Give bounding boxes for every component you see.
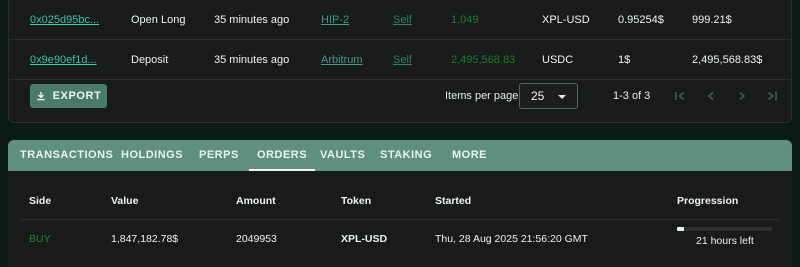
section-tabs: TRANSACTIONS HOLDINGS PERPS ORDERS VAULT… xyxy=(8,140,792,171)
tab-vaults[interactable]: VAULTS xyxy=(320,140,365,171)
page: 0x025d95bc... Open Long 35 minutes ago H… xyxy=(0,0,800,267)
tx-price: 1$ xyxy=(618,54,631,66)
first-page-icon xyxy=(675,91,684,101)
pagination-range: 1-3 of 3 xyxy=(613,90,651,102)
tx-time: 35 minutes ago xyxy=(214,54,290,66)
tab-holdings[interactable]: HOLDINGS xyxy=(121,140,183,171)
table-row: 0x9e90ef1d... Deposit 35 minutes ago Arb… xyxy=(9,40,793,80)
tab-more[interactable]: MORE xyxy=(452,140,487,171)
order-amount: 2049953 xyxy=(236,233,277,245)
items-per-page-label: Items per page: xyxy=(445,90,522,102)
tx-hash-link[interactable]: 0x025d95bc... xyxy=(30,0,99,40)
column-header-side: Side xyxy=(29,195,52,207)
download-icon xyxy=(37,92,45,101)
next-page-icon xyxy=(739,91,746,101)
order-progress-fill xyxy=(677,227,684,231)
tab-perps[interactable]: PERPS xyxy=(199,140,239,171)
column-header-value: Value xyxy=(111,195,139,207)
tab-transactions[interactable]: TRANSACTIONS xyxy=(20,140,113,171)
tx-amount: 1,049 xyxy=(451,14,479,26)
tx-hash-link[interactable]: 0x9e90ef1d... xyxy=(30,40,97,80)
prev-page-icon xyxy=(707,91,714,101)
first-page-button[interactable] xyxy=(673,89,687,103)
tx-price: 0.95254$ xyxy=(618,14,664,26)
tx-amount: 2,495,568.83 xyxy=(451,54,516,66)
tx-time: 35 minutes ago xyxy=(214,14,290,26)
last-page-icon xyxy=(768,91,777,101)
orders-panel: Side Value Amount Token Started Progress… xyxy=(8,171,792,267)
order-value: 1,847,182.78$ xyxy=(111,233,179,245)
last-page-button[interactable] xyxy=(765,89,779,103)
column-header-amount: Amount xyxy=(236,195,276,207)
tx-type: Open Long xyxy=(131,14,186,26)
tx-type: Deposit xyxy=(131,54,169,66)
tx-total: 999.21$ xyxy=(692,14,732,26)
table-row: 0x025d95bc... Open Long 35 minutes ago H… xyxy=(9,0,793,40)
prev-page-button[interactable] xyxy=(704,89,718,103)
tx-from-link[interactable]: Self xyxy=(393,40,412,80)
column-header-progression: Progression xyxy=(677,195,739,207)
transactions-panel: 0x025d95bc... Open Long 35 minutes ago H… xyxy=(8,0,793,123)
items-per-page-value: 25 xyxy=(531,89,545,103)
order-started: Thu, 28 Aug 2025 21:56:20 GMT xyxy=(435,233,588,245)
tx-token: USDC xyxy=(542,54,574,66)
tx-token: XPL-USD xyxy=(542,14,590,26)
column-header-token: Token xyxy=(341,195,372,207)
export-button[interactable]: EXPORT xyxy=(30,84,107,108)
items-per-page-select[interactable]: 25 xyxy=(519,83,578,109)
tx-chain-link[interactable]: HIP-2 xyxy=(321,0,349,40)
tab-orders[interactable]: ORDERS xyxy=(248,140,316,171)
order-token: XPL-USD xyxy=(341,233,388,245)
tx-from-link[interactable]: Self xyxy=(393,0,412,40)
tx-chain-link[interactable]: Arbitrum xyxy=(321,40,363,80)
column-header-started: Started xyxy=(435,195,472,207)
dropdown-arrow-icon xyxy=(558,95,566,99)
tx-total: 2,495,568.83$ xyxy=(692,54,763,66)
tab-staking[interactable]: STAKING xyxy=(380,140,432,171)
order-progress-text: 21 hours left xyxy=(696,235,754,247)
next-page-button[interactable] xyxy=(735,89,749,103)
divider xyxy=(20,219,780,220)
order-side: BUY xyxy=(29,233,51,245)
export-label: EXPORT xyxy=(52,90,102,102)
order-progress-bar xyxy=(677,227,772,231)
